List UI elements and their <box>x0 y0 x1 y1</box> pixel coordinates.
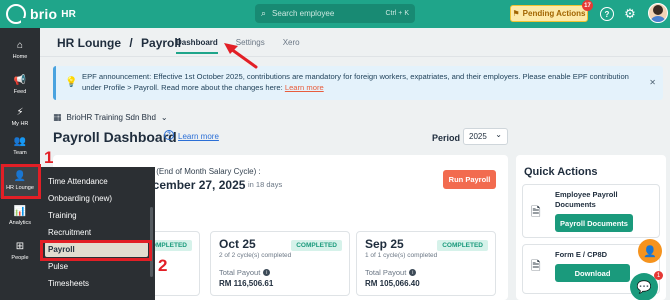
chart-icon: 📊 <box>13 206 27 217</box>
salary-days-remaining: in 18 days <box>248 180 283 189</box>
salary-cycle-label: y (End of Month Salary Cycle) : <box>150 167 261 176</box>
highlight-box-step-1 <box>1 164 41 199</box>
quick-actions-title: Quick Actions <box>524 166 598 178</box>
info-icon[interactable]: i <box>263 269 271 276</box>
help-icon[interactable]: ? <box>600 7 614 21</box>
building-icon: ▦ <box>53 112 62 122</box>
learn-more-link[interactable]: Learn more <box>178 132 219 141</box>
document-icon: 🗎 <box>531 205 541 219</box>
total-payout-text: Total Payout <box>365 268 407 277</box>
download-button[interactable]: Download <box>555 264 630 282</box>
info-icon[interactable]: ? <box>164 130 174 140</box>
brand-suffix: HR <box>61 8 77 20</box>
submenu-item-training[interactable]: Training <box>48 211 77 220</box>
team-icon: 👥 <box>13 136 27 147</box>
breadcrumb-separator: / <box>129 36 133 50</box>
announcement-learn-more-link[interactable]: Learn more <box>285 83 324 92</box>
announcement-text: EPF announcement: Effective 1st October … <box>82 72 629 92</box>
search-placeholder: Search employee <box>272 9 335 18</box>
hr-lounge-submenu: Time Attendance Onboarding (new) Trainin… <box>40 167 155 300</box>
pending-actions-button[interactable]: ⚑ Pending Actions <box>510 5 588 22</box>
cycle-progress-text: 2 of 2 cycle(s) completed <box>219 252 292 259</box>
header-divider <box>40 56 670 57</box>
pointer-arrow-icon <box>224 43 258 69</box>
company-selector[interactable]: ▦ BrioHR Training Sdn Bhd ⌄ <box>53 112 168 123</box>
pending-actions-label: Pending Actions <box>522 9 586 18</box>
page-title: Payroll Dashboard <box>53 129 177 145</box>
home-icon: ⌂ <box>16 40 24 51</box>
brand-mark <box>6 4 28 25</box>
top-bar: brio HR ⌕ Search employee Ctrl + K ⚑ Pend… <box>0 0 670 28</box>
sidebar-item-team[interactable]: 👥 Team <box>0 129 40 163</box>
cycle-month: Oct 25 <box>219 237 256 251</box>
breadcrumb: HR Lounge / Payroll <box>57 36 181 50</box>
pending-count-badge: 17 <box>582 0 593 11</box>
payroll-cycle-card[interactable]: Sep 25 COMPLETED 1 of 1 cycle(s) complet… <box>356 231 496 296</box>
quick-action-payroll-documents: 🗎 Employee Payroll Documents Payroll Doc… <box>522 184 660 238</box>
status-badge: COMPLETED <box>291 240 342 251</box>
chevron-down-icon: ⌄ <box>160 113 168 122</box>
brand-logo[interactable]: brio HR <box>6 4 77 25</box>
gear-icon[interactable]: ⚙ <box>623 6 637 21</box>
lightbulb-icon: 💡 <box>65 77 78 88</box>
payroll-documents-button[interactable]: Payroll Documents <box>555 214 633 232</box>
cycle-month: Sep 25 <box>365 237 404 251</box>
run-payroll-button[interactable]: Run Payroll <box>443 170 496 189</box>
total-payout-text: Total Payout <box>219 268 261 277</box>
sidebar-item-label: Analytics <box>8 220 31 226</box>
chat-count-badge: 1 <box>654 271 663 280</box>
search-shortcut: Ctrl + K <box>385 10 409 17</box>
company-name: BrioHR Training Sdn Bhd <box>66 113 156 122</box>
profile-fab-icon[interactable]: 👤 <box>638 239 662 263</box>
total-payout-label: Total Payout i <box>365 268 417 277</box>
sidebar-item-home[interactable]: ⌂ Home <box>0 33 40 67</box>
period-label: Period <box>432 133 461 143</box>
period-select[interactable]: 2025 ⌄ <box>463 128 508 145</box>
flag-icon: ⚑ <box>512 9 520 18</box>
close-icon[interactable]: ✕ <box>649 77 656 88</box>
period-value: 2025 <box>469 132 487 141</box>
sidebar-item-label: People <box>11 255 29 261</box>
highlight-box-step-2 <box>40 240 152 261</box>
submenu-item-onboarding[interactable]: Onboarding (new) <box>48 194 112 203</box>
sidebar-item-label: Home <box>12 54 28 60</box>
sidebar-item-label: My HR <box>11 121 29 127</box>
search-icon: ⌕ <box>261 8 267 18</box>
submenu-item-pulse[interactable]: Pulse <box>48 262 68 271</box>
search-input[interactable]: ⌕ Search employee Ctrl + K <box>255 4 415 23</box>
cycle-progress-text: 1 of 1 cycle(s) completed <box>365 252 438 259</box>
sidebar-item-label: Team <box>13 150 27 156</box>
step-number-1: 1 <box>44 148 54 167</box>
step-number-2: 2 <box>158 256 168 275</box>
tab-xero[interactable]: Xero <box>283 38 300 54</box>
total-payout-amount: RM 105,066.40 <box>365 279 420 288</box>
submenu-item-recruitment[interactable]: Recruitment <box>48 228 91 237</box>
quick-action-label: Form E / CP8D <box>555 250 608 259</box>
bolt-icon: ⚡ <box>16 107 24 118</box>
tab-dashboard[interactable]: Dashboard <box>176 38 218 54</box>
submenu-item-timesheets[interactable]: Timesheets <box>48 279 89 288</box>
announcement-banner: 💡 EPF announcement: Effective 1st Octobe… <box>53 66 663 100</box>
quick-action-label: Employee Payroll Documents <box>555 190 618 209</box>
brand-name: brio <box>30 6 58 22</box>
total-payout-amount: RM 116,506.61 <box>219 279 274 288</box>
total-payout-label: Total Payout i <box>219 268 271 277</box>
info-icon[interactable]: i <box>409 269 417 276</box>
salary-date: ecember 27, 2025 <box>146 178 246 192</box>
payroll-cycle-card[interactable]: Oct 25 COMPLETED 2 of 2 cycle(s) complet… <box>210 231 350 296</box>
sidebar-item-label: Feed <box>13 89 27 95</box>
document-icon: 🗎 <box>531 259 541 273</box>
megaphone-icon: 📢 <box>13 75 27 86</box>
submenu-item-time-attendance[interactable]: Time Attendance <box>48 177 108 186</box>
status-badge: COMPLETED <box>437 240 488 251</box>
chevron-down-icon: ⌄ <box>495 130 502 139</box>
sidebar-item-analytics[interactable]: 📊 Analytics <box>0 199 40 233</box>
sidebar-item-feed[interactable]: 📢 Feed <box>0 68 40 102</box>
org-icon: ⊞ <box>15 241 25 252</box>
breadcrumb-parent[interactable]: HR Lounge <box>57 36 121 50</box>
sidebar-item-people[interactable]: ⊞ People <box>0 234 40 268</box>
avatar[interactable] <box>648 3 668 23</box>
